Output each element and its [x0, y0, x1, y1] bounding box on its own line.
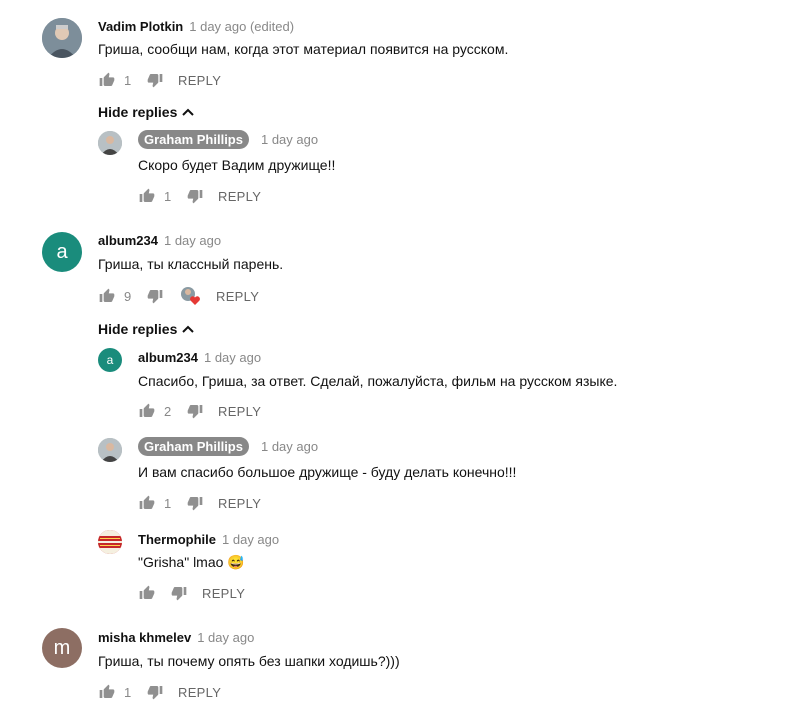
comment-actions: REPLY	[138, 583, 245, 603]
comment-time[interactable]: 1 day ago	[261, 132, 318, 147]
comment-header: Vadim Plotkin 1 day ago (edited)	[98, 19, 294, 34]
comment-text: "Grisha" lmao 😅	[138, 554, 245, 570]
creator-heart-icon	[180, 286, 202, 306]
comment-actions: 1 REPLY	[98, 682, 221, 702]
dislike-icon[interactable]	[186, 494, 204, 512]
avatar[interactable]	[98, 131, 122, 155]
user-photo-icon	[98, 438, 122, 462]
dislike-icon[interactable]	[186, 187, 204, 205]
reply-button[interactable]: REPLY	[178, 685, 221, 700]
comment-time[interactable]: 1 day ago	[204, 350, 261, 365]
comment-actions: 1 REPLY	[138, 186, 261, 206]
avatar[interactable]	[98, 438, 122, 462]
comment-text: Спасибо, Гриша, за ответ. Сделай, пожалу…	[138, 373, 618, 389]
hide-replies-button[interactable]: Hide replies	[98, 104, 195, 120]
comment-text: Скоро будет Вадим дружище!!	[138, 157, 336, 173]
creator-badge-author[interactable]: Graham Phillips	[138, 437, 249, 456]
comment-author[interactable]: album234	[98, 233, 158, 248]
like-count: 1	[164, 495, 172, 511]
comment-author[interactable]: Vadim Plotkin	[98, 19, 183, 34]
comment-author[interactable]: misha khmelev	[98, 630, 191, 645]
comment-actions: 2 REPLY	[138, 401, 261, 421]
dislike-icon[interactable]	[146, 287, 164, 305]
comment-header: album234 1 day ago	[138, 350, 261, 365]
comment-time[interactable]: 1 day ago (edited)	[189, 19, 294, 34]
reply-button[interactable]: REPLY	[218, 189, 261, 204]
comment-actions: 1 REPLY	[98, 70, 221, 90]
comment-text: Гриша, сообщи нам, когда этот материал п…	[98, 41, 509, 57]
dislike-icon[interactable]	[186, 402, 204, 420]
comment-actions: 1 REPLY	[138, 493, 261, 513]
user-photo-icon	[42, 18, 82, 58]
like-icon[interactable]	[98, 683, 116, 701]
dislike-icon[interactable]	[170, 584, 188, 602]
chevron-up-icon	[182, 108, 195, 116]
reply-button[interactable]: REPLY	[216, 289, 259, 304]
comment-author[interactable]: album234	[138, 350, 198, 365]
avatar[interactable]: a	[98, 348, 122, 372]
comment-header: album234 1 day ago	[98, 233, 221, 248]
like-icon[interactable]	[98, 71, 116, 89]
creator-badge-author[interactable]: Graham Phillips	[138, 130, 249, 149]
logo-avatar-icon	[98, 530, 122, 554]
like-icon[interactable]	[98, 287, 116, 305]
like-count: 9	[124, 288, 132, 304]
comment-header: Graham Phillips 1 day ago	[138, 130, 318, 149]
dislike-icon[interactable]	[146, 683, 164, 701]
comment-time[interactable]: 1 day ago	[197, 630, 254, 645]
comment-header: misha khmelev 1 day ago	[98, 630, 254, 645]
hide-replies-button[interactable]: Hide replies	[98, 321, 195, 337]
like-icon[interactable]	[138, 187, 156, 205]
comment-time[interactable]: 1 day ago	[261, 439, 318, 454]
like-count: 2	[164, 403, 172, 419]
hide-replies-label: Hide replies	[98, 321, 178, 337]
reply-button[interactable]: REPLY	[218, 404, 261, 419]
comment-actions: 9 REPLY	[98, 286, 259, 306]
avatar[interactable]: m	[42, 628, 82, 668]
comment-text: Гриша, ты классный парень.	[98, 256, 284, 272]
comment-time[interactable]: 1 day ago	[164, 233, 221, 248]
reply-button[interactable]: REPLY	[218, 496, 261, 511]
comment-author[interactable]: Thermophile	[138, 532, 216, 547]
like-icon[interactable]	[138, 402, 156, 420]
dislike-icon[interactable]	[146, 71, 164, 89]
like-icon[interactable]	[138, 584, 156, 602]
avatar[interactable]	[98, 530, 122, 554]
avatar[interactable]	[42, 18, 82, 58]
user-photo-icon	[98, 131, 122, 155]
comment-header: Thermophile 1 day ago	[138, 532, 279, 547]
comment-header: Graham Phillips 1 day ago	[138, 437, 318, 456]
like-count: 1	[124, 72, 132, 88]
comment-time[interactable]: 1 day ago	[222, 532, 279, 547]
avatar[interactable]: a	[42, 232, 82, 272]
reply-button[interactable]: REPLY	[178, 73, 221, 88]
like-icon[interactable]	[138, 494, 156, 512]
like-count: 1	[124, 684, 132, 700]
chevron-up-icon	[182, 325, 195, 333]
comment-text: И вам спасибо большое дружище - буду дел…	[138, 464, 517, 480]
comment-text: Гриша, ты почему опять без шапки ходишь?…	[98, 653, 400, 669]
hide-replies-label: Hide replies	[98, 104, 178, 120]
reply-button[interactable]: REPLY	[202, 586, 245, 601]
like-count: 1	[164, 188, 172, 204]
